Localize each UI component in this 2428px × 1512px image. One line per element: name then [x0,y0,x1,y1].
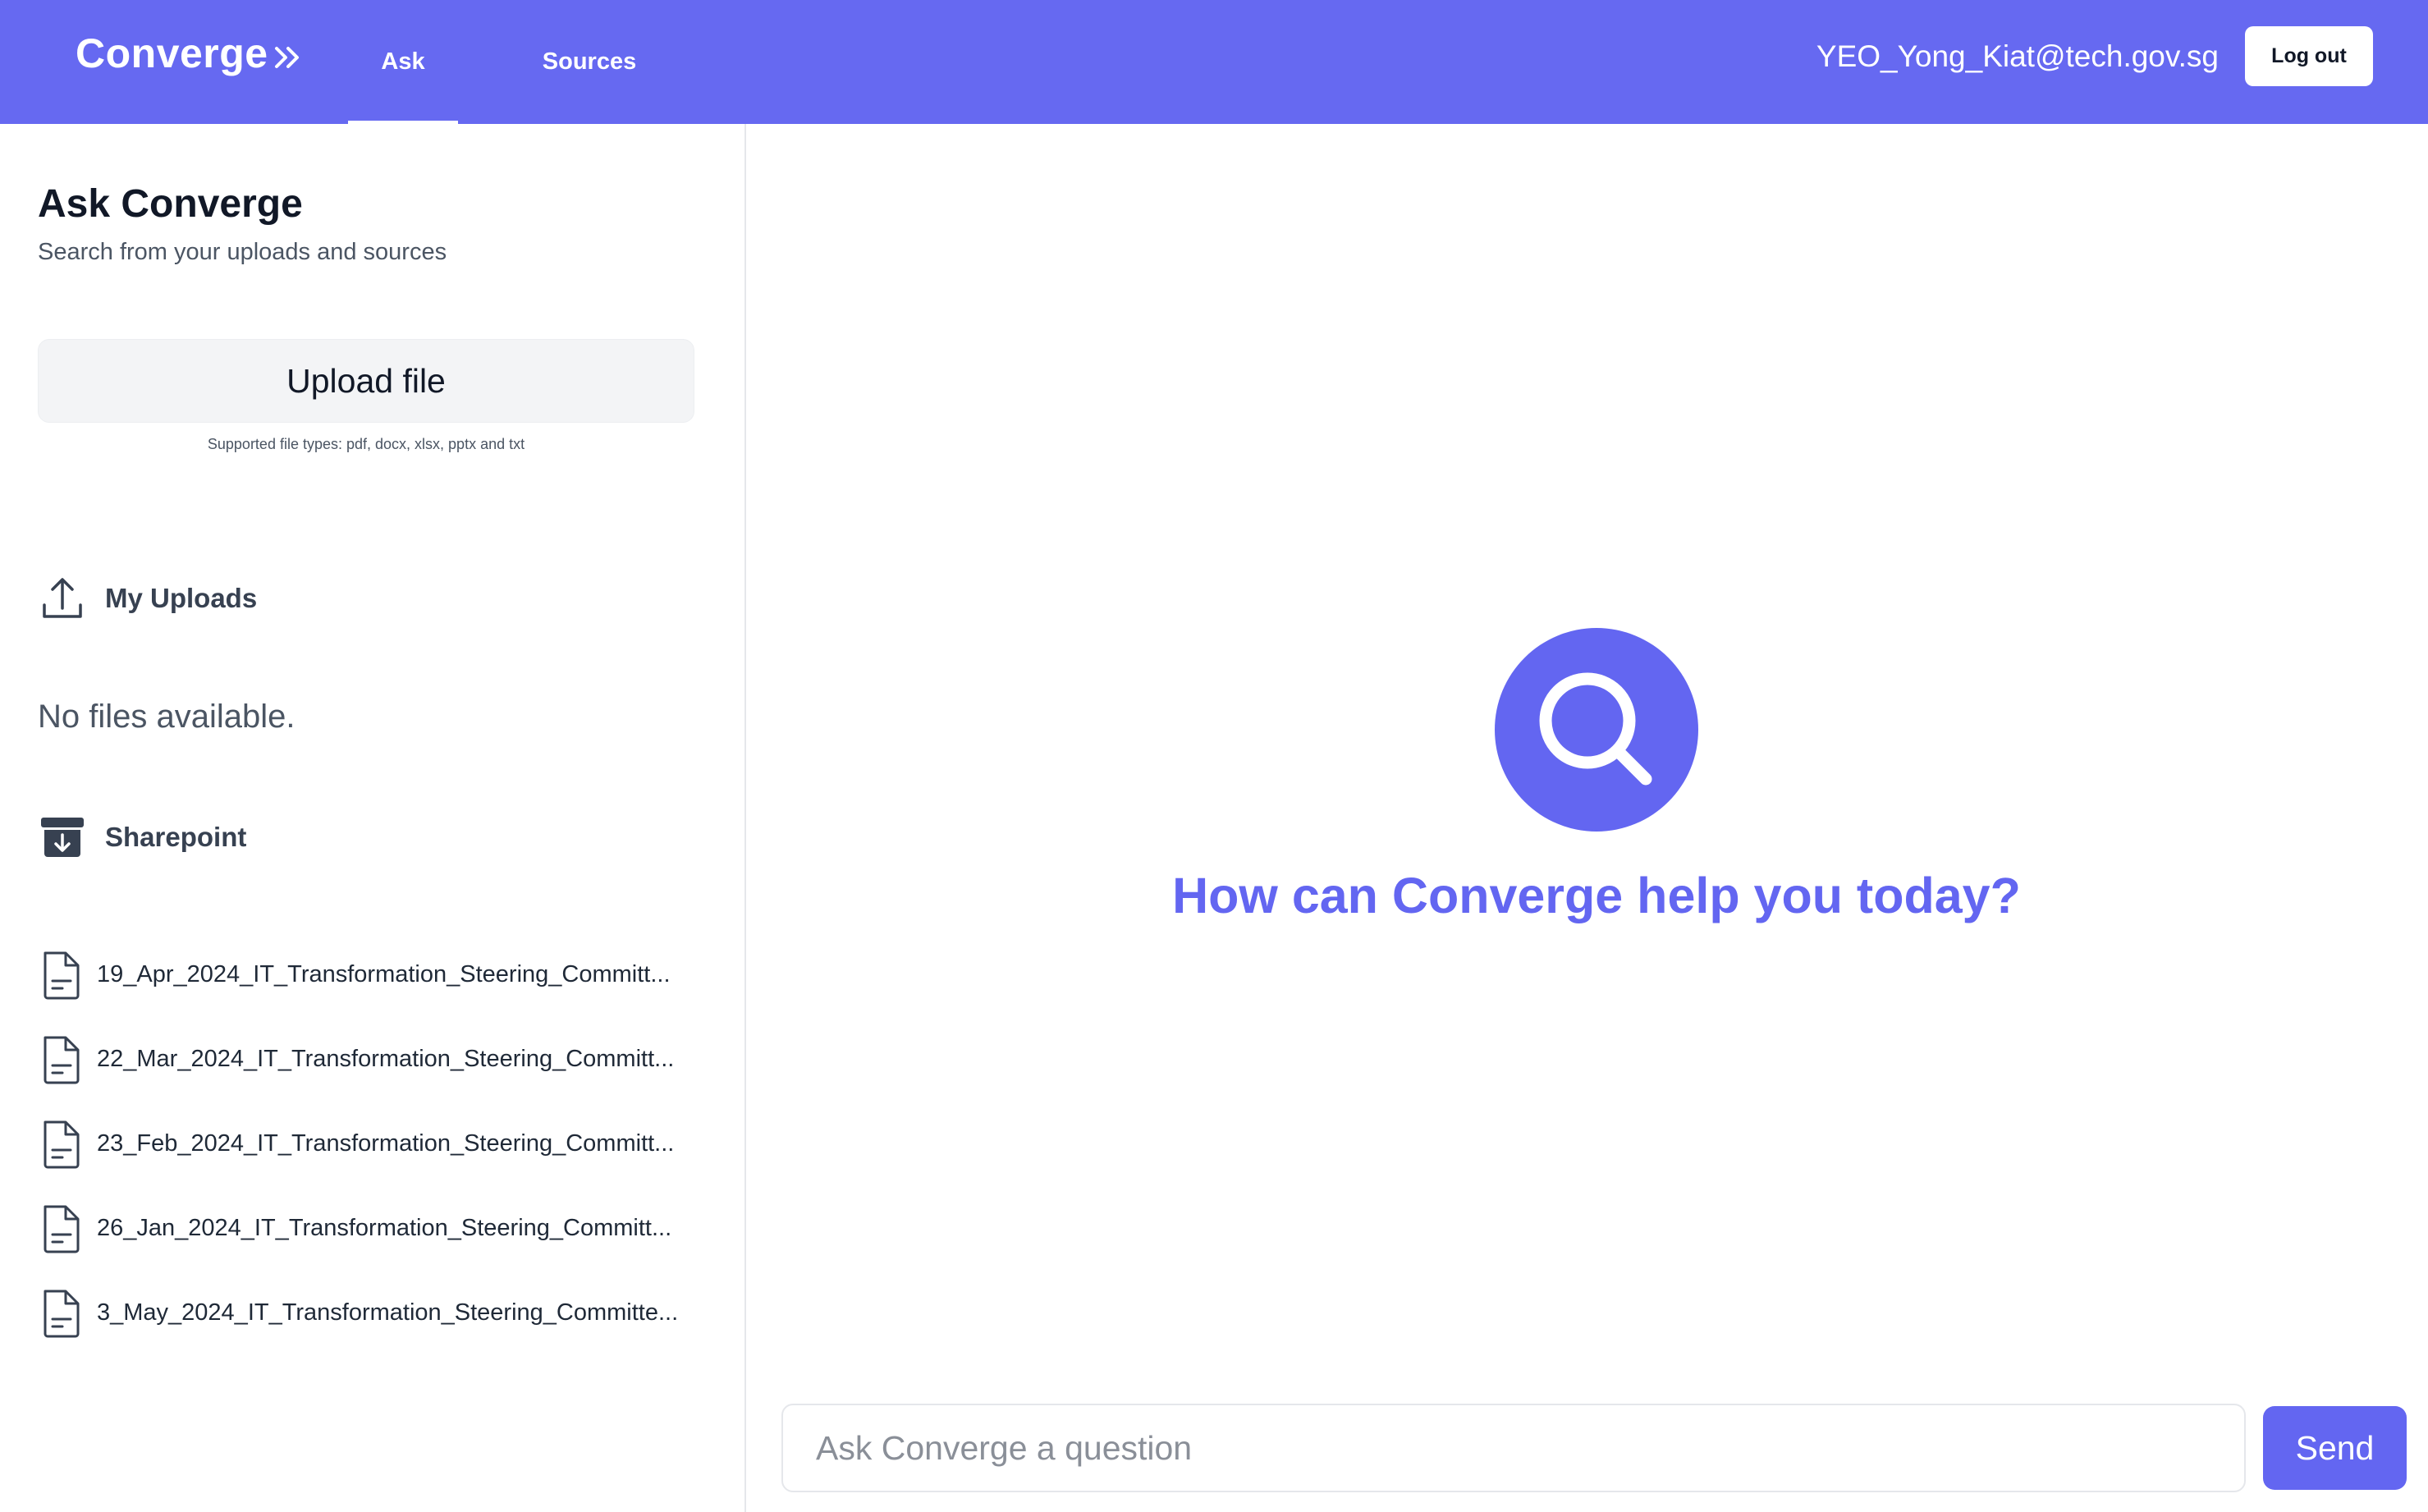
sidebar: Ask Converge Search from your uploads an… [0,124,746,1512]
file-item[interactable]: 23_Feb_2024_IT_Transformation_Steering_C… [38,1102,711,1186]
logout-button[interactable]: Log out [2245,26,2373,86]
archive-download-icon [41,818,84,857]
my-uploads-label: My Uploads [105,583,258,613]
double-chevron-right-icon [274,47,299,68]
search-icon [1495,628,1698,832]
document-icon [44,1120,80,1168]
sharepoint-label: Sharepoint [105,822,247,852]
top-navbar: Converge Ask Sources YEO_Yong_Kiat@tech.… [0,0,2428,124]
my-uploads-heading: My Uploads [38,574,257,623]
upload-icon [43,578,82,618]
no-files-message: No files available. [38,699,295,735]
document-icon [44,1290,80,1337]
sharepoint-heading: Sharepoint [38,813,246,862]
tab-sources[interactable]: Sources [525,0,653,124]
file-name: 26_Jan_2024_IT_Transformation_Steering_C… [97,1215,672,1241]
document-icon [44,1205,80,1253]
file-name: 19_Apr_2024_IT_Transformation_Steering_C… [97,961,671,987]
sidebar-title: Ask Converge [38,182,303,226]
tab-ask[interactable]: Ask [348,0,458,124]
upload-file-button[interactable]: Upload file [38,339,694,423]
file-name: 23_Feb_2024_IT_Transformation_Steering_C… [97,1130,675,1157]
question-input[interactable] [781,1404,2246,1492]
file-item[interactable]: 26_Jan_2024_IT_Transformation_Steering_C… [38,1186,711,1271]
file-item[interactable]: 3_May_2024_IT_Transformation_Steering_Co… [38,1271,711,1355]
sidebar-subtitle: Search from your uploads and sources [38,239,447,265]
chat-main-area: How can Converge help you today? Send [748,124,2428,1512]
file-item[interactable]: 19_Apr_2024_IT_Transformation_Steering_C… [38,932,711,1017]
brand-name: Converge [76,30,268,76]
file-item[interactable]: 22_Mar_2024_IT_Transformation_Steering_C… [38,1017,711,1102]
document-icon [44,1036,80,1084]
user-email: YEO_Yong_Kiat@tech.gov.sg [1816,39,2219,73]
send-button[interactable]: Send [2263,1406,2407,1490]
supported-file-types-note: Supported file types: pdf, docx, xlsx, p… [207,436,525,452]
welcome-heading: How can Converge help you today? [1172,868,2021,923]
brand-logo[interactable]: Converge [76,30,305,77]
sharepoint-file-list: 19_Apr_2024_IT_Transformation_Steering_C… [38,932,711,1355]
file-name: 22_Mar_2024_IT_Transformation_Steering_C… [97,1046,675,1072]
document-icon [44,951,80,999]
file-name: 3_May_2024_IT_Transformation_Steering_Co… [97,1299,679,1326]
